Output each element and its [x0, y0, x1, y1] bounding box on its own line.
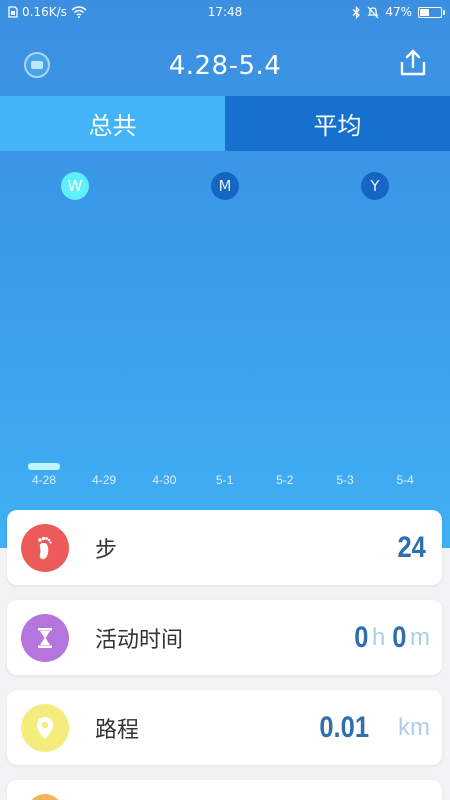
active-time-label: 活动时间: [95, 627, 184, 653]
footprint-glyph: [38, 536, 52, 560]
bluetooth-icon: [352, 5, 361, 19]
distance-unit-wrap: km: [398, 690, 430, 765]
chart-tick-label-5-1: 5-1: [216, 473, 234, 487]
active-minutes-value: 0: [392, 620, 407, 654]
chart-tick-label-5-2: 5-2: [276, 473, 294, 487]
tab-average[interactable]: 平均: [225, 96, 450, 151]
location-pin-icon: [21, 704, 69, 752]
distance-label: 路程: [95, 717, 140, 743]
battery-percent: 47%: [385, 5, 412, 19]
device-avatar-icon[interactable]: [24, 52, 50, 78]
active-time-value-wrap: 0 h 0 m: [353, 600, 430, 675]
distance-value: 0.01: [319, 710, 370, 744]
status-bar: 0.16K/s 17:48 47%: [0, 0, 450, 24]
chart-tick-label-4-30: 4-30: [152, 473, 176, 487]
next-card-icon: [27, 794, 63, 800]
date-range-title: 4.28-5.4: [168, 51, 282, 81]
steps-label: 步: [95, 537, 118, 563]
active-time-card: 活动时间 0 h 0 m: [7, 600, 442, 675]
minutes-unit: m: [410, 623, 430, 651]
sim-card-icon: [8, 6, 18, 18]
location-pin-glyph: [37, 717, 53, 739]
tab-total[interactable]: 总共: [0, 96, 225, 151]
footprint-icon: [21, 524, 69, 572]
wifi-icon: [71, 6, 87, 18]
steps-value-wrap: 24: [395, 510, 428, 585]
distance-card: 路程 0.01 km: [7, 690, 442, 765]
active-hours-value: 0: [354, 620, 369, 654]
chart-tick-label-5-4: 5-4: [397, 473, 415, 487]
network-speed: 0.16K/s: [22, 5, 67, 19]
device-avatar-inner: [31, 61, 43, 69]
steps-value: 24: [397, 530, 426, 564]
battery-fill: [420, 8, 429, 16]
period-year-button[interactable]: Y: [361, 172, 389, 200]
period-month-button[interactable]: M: [211, 172, 239, 200]
chart-tick-label-5-3: 5-3: [336, 473, 354, 487]
steps-card: 步 24: [7, 510, 442, 585]
chart-bar-4-28[interactable]: [28, 463, 60, 470]
chart-tick-label-4-29: 4-29: [92, 473, 116, 487]
share-icon[interactable]: [398, 48, 428, 78]
battery-icon: [418, 6, 445, 18]
hours-unit: h: [371, 623, 386, 651]
next-card-partial: [7, 780, 442, 800]
hourglass-glyph: [38, 628, 52, 648]
hourglass-icon: [21, 614, 69, 662]
distance-unit: km: [398, 713, 430, 741]
summary-tabs: 总共 平均: [0, 96, 450, 151]
period-week-button[interactable]: W: [61, 172, 89, 200]
distance-value-wrap: 0.01: [315, 690, 373, 765]
header: 4.28-5.4: [0, 36, 450, 96]
steps-bar-chart: 4-28 4-29 4-30 5-1 5-2 5-3 5-4: [28, 463, 415, 487]
mute-bell-icon: [367, 6, 379, 18]
chart-tick-label-4-28: 4-28: [32, 473, 56, 487]
status-left: 0.16K/s: [8, 5, 158, 19]
status-time: 17:48: [207, 5, 243, 19]
period-selector: W M Y: [0, 172, 450, 202]
status-right: 47%: [292, 5, 445, 19]
